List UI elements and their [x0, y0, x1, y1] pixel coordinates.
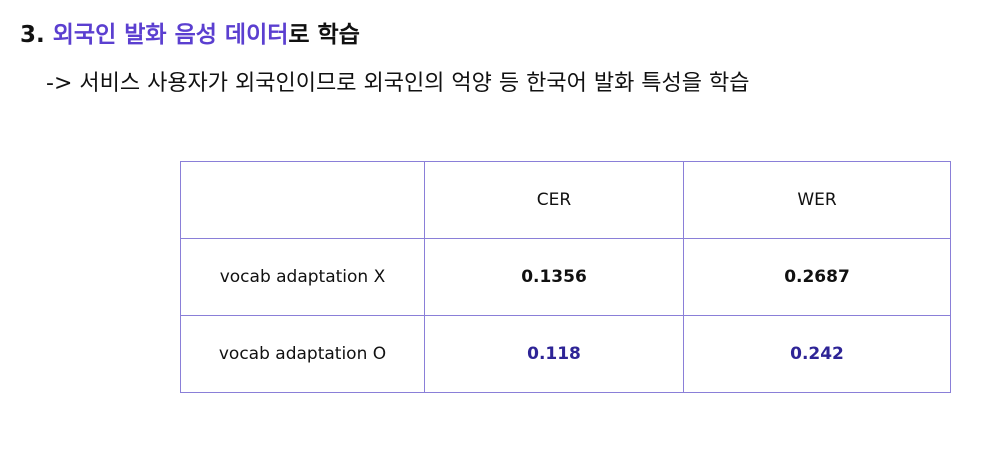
section-title: 3. 외국인 발화 음성 데이터로 학습	[20, 18, 360, 52]
table-row: vocab adaptation X 0.1356 0.2687	[180, 238, 951, 316]
table-row: vocab adaptation O 0.118 0.242	[180, 315, 951, 393]
wer-value: 0.242	[683, 315, 951, 393]
section-title-highlight: 외국인 발화 음성 데이터	[52, 22, 289, 48]
header-wer: WER	[683, 161, 951, 239]
section-subtitle: -> 서비스 사용자가 외국인이므로 외국인의 억양 등 한국어 발화 특성을 …	[46, 71, 750, 96]
section-title-rest: 로 학습	[288, 22, 360, 48]
wer-value: 0.2687	[683, 238, 951, 316]
header-cer: CER	[424, 161, 684, 239]
header-empty-cell	[180, 161, 425, 239]
section-number: 3.	[20, 22, 45, 48]
cer-value: 0.1356	[424, 238, 684, 316]
cer-value: 0.118	[424, 315, 684, 393]
table-header-row: CER WER	[180, 161, 951, 239]
row-label: vocab adaptation O	[180, 315, 425, 393]
results-table: CER WER vocab adaptation X 0.1356 0.2687…	[180, 161, 951, 393]
row-label: vocab adaptation X	[180, 238, 425, 316]
